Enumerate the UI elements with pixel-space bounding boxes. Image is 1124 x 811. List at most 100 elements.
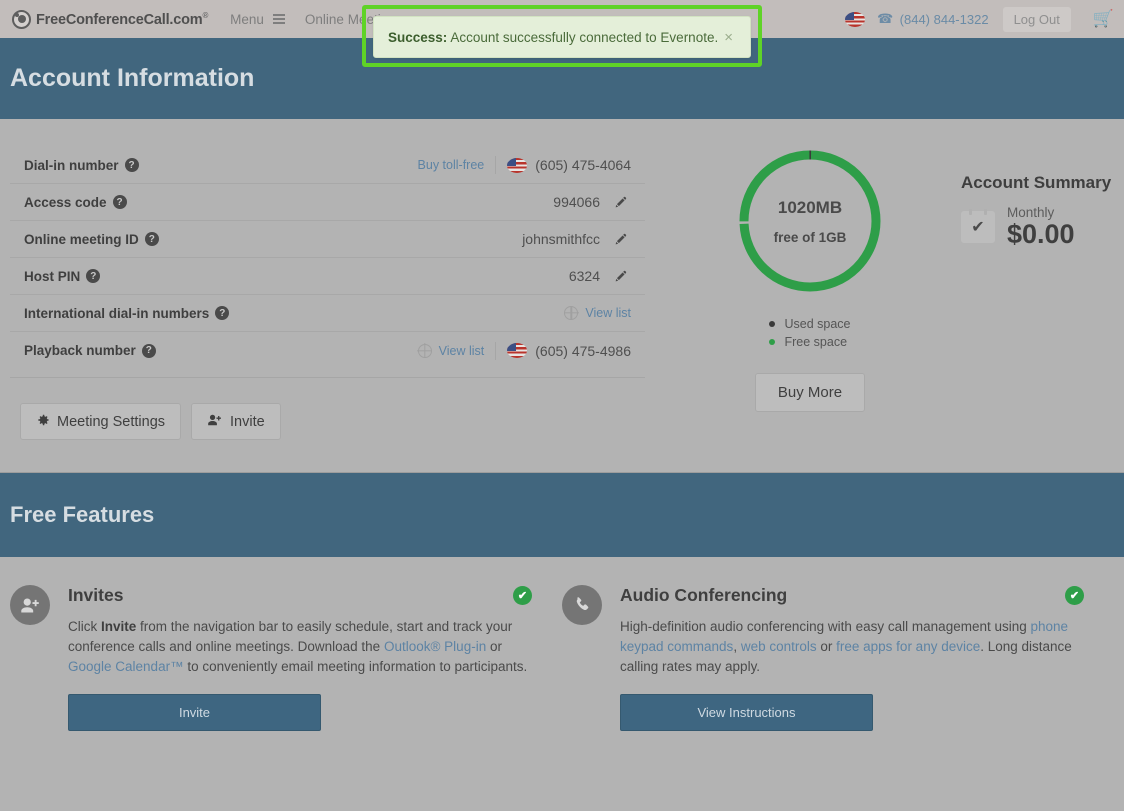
meeting-settings-button[interactable]: Meeting Settings [20,403,182,440]
success-alert-strong: Success: [388,29,448,45]
support-phone-number: (844) 844-1322 [899,11,989,27]
help-icon[interactable]: ? [124,158,139,172]
site-logo[interactable]: FreeConferenceCall.com® [12,9,209,29]
success-alert-text: Success: Account successfully connected … [388,30,718,45]
pencil-edit-icon[interactable] [609,192,631,212]
legend-item: Used space [769,317,851,331]
account-info-value-group: View list [564,306,631,320]
us-flag-icon[interactable] [845,11,866,27]
help-icon[interactable]: ? [86,269,101,283]
feature-header: Audio Conferencing ✔ [620,585,1084,606]
pencil-edit-icon[interactable] [609,229,631,249]
invite-button[interactable]: Invite [191,403,281,440]
help-icon[interactable]: ? [112,195,127,209]
page-title: Account Information [10,64,255,92]
phone-icon: ☎ [877,11,894,26]
account-info-row: International dial-in numbers? View list [10,295,645,332]
globe-icon [564,306,579,320]
storage-donut-chart: 1020MB free of 1GB [736,147,884,295]
add-person-icon [10,585,50,625]
feature-card: Invites ✔ Click Invite from the navigation… [10,585,562,731]
us-flag-icon [507,157,528,173]
feature-description: Click Invite from the navigation bar to … [68,617,532,677]
feature-text-run: Click [68,619,101,634]
feature-description: High-definition audio conferencing with … [620,617,1084,677]
nav-menu[interactable]: Menu [230,12,285,27]
feature-title: Invites [68,585,124,605]
legend-color-dot [769,321,776,327]
feature-body: Audio Conferencing ✔ High-definition audio… [620,585,1084,731]
account-info-label: Dial-in number? [24,158,139,173]
registered-trademark: ® [202,10,209,20]
help-icon[interactable]: ? [144,232,159,246]
feature-text-run: to conveniently email meeting informatio… [183,659,528,674]
help-icon[interactable]: ? [215,306,230,320]
storage-summary-column: 1020MB free of 1GB Used space Free space … [645,147,1114,440]
help-icon[interactable]: ? [141,343,156,358]
us-flag-icon [507,343,528,358]
account-info-label-text: Online meeting ID [24,231,139,247]
account-info-label: Access code? [24,195,127,210]
feature-body: Invites ✔ Click Invite from the navigation… [68,585,532,731]
buy-more-button[interactable]: Buy More [754,373,866,412]
free-features-title: Free Features [10,502,155,527]
account-info-label: International dial-in numbers? [24,305,230,321]
feature-title: Audio Conferencing [620,585,788,605]
shopping-cart-icon[interactable]: 🛒 [1093,9,1114,29]
account-info-value-group: 6324 [569,266,631,286]
feature-text-run: , [733,639,741,654]
feature-card: Audio Conferencing ✔ High-definition audio… [562,585,1114,731]
support-phone[interactable]: ☎ (844) 844-1322 [877,11,1000,27]
button-label: Invite [230,413,265,430]
phone-icon [562,585,602,625]
pencil-edit-icon[interactable] [609,266,631,286]
primary-nav: Menu Online Meeting [230,12,396,27]
free-features-list: Invites ✔ Click Invite from the navigation… [0,557,1124,731]
account-info-value-group: johnsmithfcc [522,229,631,249]
legend-color-dot [769,339,776,345]
legend-item: Free space [769,335,850,349]
hamburger-menu-icon[interactable] [272,14,285,24]
account-info-label-text: Host PIN [24,268,81,284]
account-info-link[interactable]: View list [585,306,631,320]
account-info-value: (605) 475-4064 [535,157,631,173]
nav-right-group: ☎ (844) 844-1322 Log Out 🛒 [845,6,1114,32]
add-person-icon [207,413,223,430]
storage-amount: 1020MB [777,197,843,217]
account-info-column: Dial-in number? Buy toll-free (605) 475-40… [10,147,645,440]
success-alert-message: Account successfully connected to Everno… [450,29,719,45]
view-instructions-button[interactable]: View Instructions [620,694,873,731]
account-info-row: Access code? 994066 [10,184,645,221]
logout-button[interactable]: Log Out [1002,6,1071,32]
donut-center-labels: 1020MB free of 1GB [736,147,884,295]
billing-amount: $0.00 [1007,219,1075,249]
account-action-buttons: Meeting Settings Invite [10,403,645,440]
account-info-label-text: International dial-in numbers [24,305,210,321]
legend-label: Free space [784,335,848,349]
account-info-label: Host PIN? [24,268,101,284]
account-summary-values: Monthly $0.00 [1007,205,1075,248]
gear-icon [36,413,50,430]
feature-inline-link[interactable]: web controls [741,639,817,654]
account-summary-block: Account Summary ✔ Monthly $0.00 [935,147,1111,440]
enabled-check-icon: ✔ [1065,586,1084,605]
close-icon[interactable]: × [721,28,736,47]
free-features-band: Free Features [0,472,1124,557]
feature-inline-link[interactable]: Outlook® Plug-in [384,639,486,654]
invite-button[interactable]: Invite [68,694,321,731]
check-glyph: ✔ [971,218,985,236]
account-info-link[interactable]: View list [439,344,485,358]
account-info-value: johnsmithfcc [522,231,600,247]
account-info-label: Online meeting ID? [24,232,159,247]
feature-text-run: High-definition audio conferencing with … [620,619,1031,634]
storage-legend: Used space Free space [769,317,851,353]
account-info-row: Host PIN? 6324 [10,258,645,295]
storage-block: 1020MB free of 1GB Used space Free space … [685,147,935,440]
account-summary-title: Account Summary [961,173,1112,192]
account-info-table: Dial-in number? Buy toll-free (605) 475-40… [10,147,645,378]
storage-subtitle: free of 1GB [773,229,847,245]
feature-inline-link[interactable]: Google Calendar™ [68,659,184,674]
feature-inline-link[interactable]: free apps for any device [836,639,980,654]
account-info-link[interactable]: Buy toll-free [418,158,485,172]
account-main: Dial-in number? Buy toll-free (605) 475-40… [10,119,1114,440]
